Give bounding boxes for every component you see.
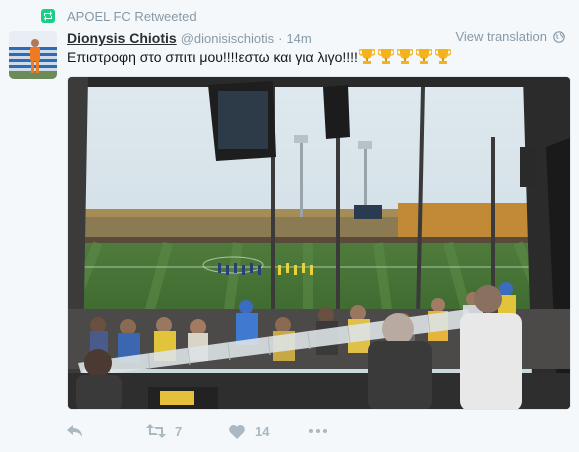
trophy-icon bbox=[434, 49, 451, 64]
retweet-icon bbox=[41, 9, 55, 23]
author-fullname[interactable]: Dionysis Chiotis bbox=[67, 30, 177, 46]
retweet-action-icon bbox=[146, 424, 166, 438]
globe-icon bbox=[553, 30, 565, 43]
trophy-emoji-group bbox=[358, 48, 454, 65]
author-username[interactable]: @dionisischiotis bbox=[181, 31, 274, 46]
retweet-context: APOEL FC Retweeted bbox=[41, 7, 197, 25]
heart-icon bbox=[229, 424, 245, 439]
stadium-photo bbox=[68, 77, 570, 409]
tweet-header: Dionysis Chiotis @dionisischiotis · 14m … bbox=[67, 29, 569, 47]
tweet-photo[interactable] bbox=[67, 76, 571, 410]
more-icon bbox=[309, 429, 327, 433]
trophy-icon bbox=[377, 49, 394, 64]
trophy-icon bbox=[415, 49, 432, 64]
retweet-count: 7 bbox=[175, 423, 183, 439]
separator-dot: · bbox=[278, 30, 283, 46]
like-count: 14 bbox=[255, 423, 270, 439]
like-button[interactable]: 14 bbox=[229, 424, 269, 439]
retweet-context-text[interactable]: APOEL FC Retweeted bbox=[67, 9, 197, 24]
tweet-text: Επιστροφη στο σπιτι μου!!!!εστω και για … bbox=[67, 48, 454, 65]
tweet-card[interactable]: APOEL FC Retweeted Dionysis Chiotis @dio… bbox=[0, 0, 579, 452]
tweet-text-body: Επιστροφη στο σπιτι μου!!!!εστω και για … bbox=[67, 48, 358, 65]
more-button[interactable] bbox=[309, 429, 327, 433]
reply-button[interactable] bbox=[67, 425, 83, 437]
tweet-timestamp[interactable]: 14m bbox=[286, 31, 311, 46]
view-translation-link[interactable]: View translation bbox=[455, 29, 565, 44]
retweet-button[interactable]: 7 bbox=[146, 424, 182, 439]
reply-icon bbox=[67, 425, 82, 437]
trophy-icon bbox=[396, 49, 413, 64]
view-translation-label: View translation bbox=[455, 29, 547, 44]
trophy-icon bbox=[358, 49, 375, 64]
avatar[interactable] bbox=[9, 31, 57, 79]
